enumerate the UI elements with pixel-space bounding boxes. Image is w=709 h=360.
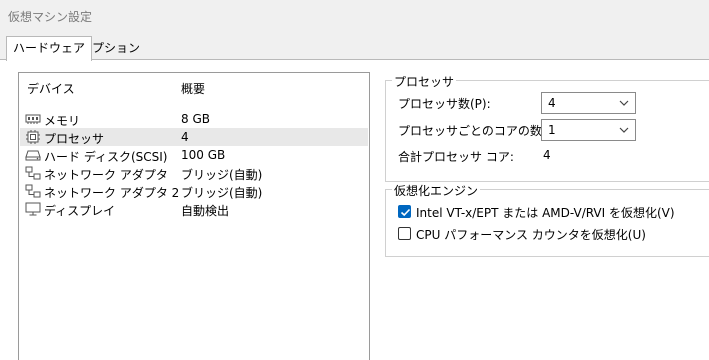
total-cores-label: 合計プロセッサ コア: <box>398 150 514 164</box>
processor-icon <box>26 130 40 144</box>
device-row-processor[interactable]: プロセッサ 4 <box>20 128 368 146</box>
virtualization-group-legend: 仮想化エンジン <box>392 182 481 199</box>
device-name: ハード ディスク(SCSI) <box>44 150 168 164</box>
tab-strip: ハードウェア オプション <box>0 36 709 61</box>
device-row-hard-disk[interactable]: ハード ディスク(SCSI) 100 GB <box>20 146 368 164</box>
chevron-down-icon <box>619 100 629 106</box>
virtualize-cpu-counters-checkbox[interactable] <box>398 227 411 240</box>
display-icon <box>25 202 41 216</box>
window-title: 仮想マシン設定 <box>8 10 93 24</box>
column-header-summary[interactable]: 概要 <box>181 80 205 97</box>
memory-icon <box>25 114 41 124</box>
device-name: プロセッサ <box>44 132 105 146</box>
hard-disk-icon <box>25 150 41 161</box>
device-list-header: デバイス 概要 <box>19 73 369 99</box>
processor-group-legend: プロセッサ <box>392 73 457 90</box>
device-name: ディスプレイ <box>44 204 116 218</box>
hardware-panel: デバイス 概要 メモリ 8 GB プロセッサ 4 ハード ディスク(SCSI) … <box>0 59 709 360</box>
device-row-memory[interactable]: メモリ 8 GB <box>20 110 368 128</box>
device-name: ネットワーク アダプタ <box>44 168 168 182</box>
device-row-display[interactable]: ディスプレイ 自動検出 <box>20 200 368 218</box>
virtualization-engine-group: 仮想化エンジン Intel VT-x/EPT または AMD-V/RVI を仮想… <box>385 182 709 257</box>
device-summary: ブリッジ(自動) <box>181 168 263 182</box>
title-bar: 仮想マシン設定 <box>0 0 709 32</box>
cores-per-processor-select[interactable]: 1 <box>541 119 636 141</box>
device-row-network-adapter[interactable]: ネットワーク アダプタ ブリッジ(自動) <box>20 164 368 182</box>
processor-count-value: 4 <box>548 96 556 110</box>
device-summary: 8 GB <box>181 112 210 126</box>
processor-count-label: プロセッサ数(P): <box>398 97 491 111</box>
processor-group: プロセッサ プロセッサ数(P): 4 プロセッサごとのコアの数(C): 1 合計… <box>385 73 709 182</box>
device-summary: ブリッジ(自動) <box>181 186 263 200</box>
column-header-device[interactable]: デバイス <box>27 80 75 97</box>
total-cores-value: 4 <box>543 148 551 162</box>
device-row-network-adapter-2[interactable]: ネットワーク アダプタ 2 ブリッジ(自動) <box>20 182 368 200</box>
cores-per-processor-value: 1 <box>548 123 556 137</box>
network-adapter-icon <box>25 166 41 180</box>
cores-per-processor-label: プロセッサごとのコアの数(C): <box>398 124 564 138</box>
virtualize-vtx-checkbox[interactable] <box>398 205 411 218</box>
device-list: デバイス 概要 メモリ 8 GB プロセッサ 4 ハード ディスク(SCSI) … <box>18 72 370 360</box>
device-summary: 4 <box>181 130 189 144</box>
tab-hardware[interactable]: ハードウェア <box>6 36 93 61</box>
device-summary: 自動検出 <box>181 204 230 218</box>
network-adapter-icon <box>25 184 41 198</box>
device-name: メモリ <box>44 114 81 128</box>
checkmark-icon <box>400 208 411 217</box>
virtualize-vtx-label: Intel VT-x/EPT または AMD-V/RVI を仮想化(V) <box>416 206 675 220</box>
processor-count-select[interactable]: 4 <box>541 92 636 114</box>
device-summary: 100 GB <box>181 148 226 162</box>
chevron-down-icon <box>619 127 629 133</box>
virtualize-cpu-counters-label: CPU パフォーマンス カウンタを仮想化(U) <box>416 228 646 242</box>
device-name: ネットワーク アダプタ 2 <box>44 186 180 200</box>
